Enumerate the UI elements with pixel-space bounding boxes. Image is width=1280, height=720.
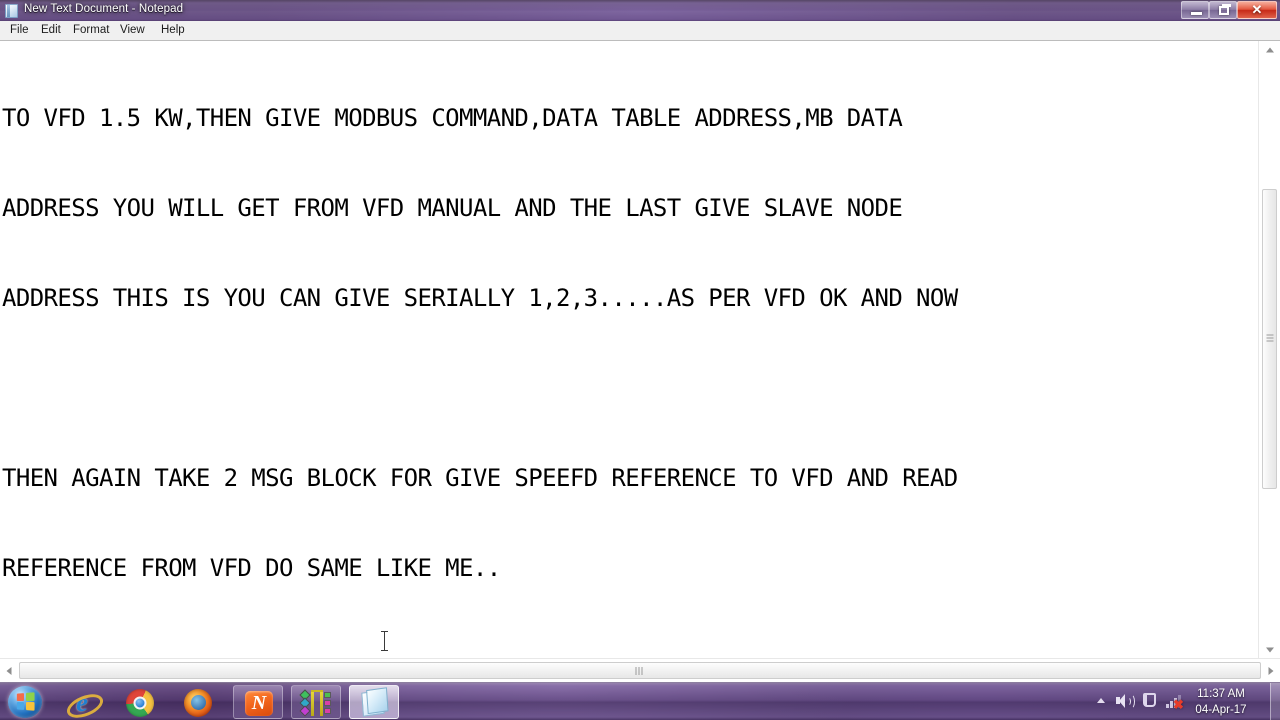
horizontal-scrollbar-thumb[interactable] [19,662,1261,679]
text-line: ADDRESS YOU WILL GET FROM VFD MANUAL AND… [2,194,903,222]
menu-item-edit[interactable]: Edit [36,23,66,38]
volume-button[interactable] [1116,693,1135,709]
close-icon: ✕ [1251,2,1263,17]
text-editor[interactable]: TO VFD 1.5 KW,THEN GIVE MODBUS COMMAND,D… [0,41,1258,659]
chevron-left-icon [6,666,12,675]
text-line: ADDRESS THIS IS YOU CAN GIVE SERIALLY 1,… [2,284,958,312]
orange-n-app-icon [245,691,273,716]
windows-flag-icon [16,692,35,711]
menu-item-format[interactable]: Format [68,23,114,38]
scroll-right-button[interactable] [1262,660,1280,681]
google-chrome-icon [126,689,154,717]
clock-time: 11:37 AM [1197,688,1245,700]
network-error-x-icon: ✖ [1173,697,1184,712]
menu-item-help[interactable]: Help [156,23,190,38]
window-title: New Text Document - Notepad [24,3,184,15]
notepad-window: New Text Document - Notepad ✕ File Edit … [0,0,1280,682]
restore-icon [1219,4,1231,15]
text-line: REFERENCE FROM VFD DO SAME LIKE ME.. [2,554,501,582]
horizontal-scrollbar[interactable] [0,658,1280,682]
flag-pole-icon [1145,695,1147,706]
minimize-icon [1191,12,1202,15]
text-line: THEN AGAIN TAKE 2 MSG BLOCK FOR GIVE SPE… [2,464,958,492]
notepad-icon [361,687,389,717]
title-bar[interactable]: New Text Document - Notepad ✕ [0,0,1280,22]
ladder-logic-icon [299,689,333,717]
mozilla-firefox-icon [184,689,212,717]
clock[interactable]: 11:37 AM 04-Apr-17 [1184,686,1258,718]
notepad-document-icon [5,4,18,18]
scrollbar-grip-icon [635,666,645,675]
internet-explorer-icon: e [63,689,107,720]
chevron-down-icon [1265,647,1274,653]
network-status-button[interactable]: ✖ [1166,693,1184,712]
sound-wave-icon [1127,694,1135,709]
screen: New Text Document - Notepad ✕ File Edit … [0,0,1280,720]
action-center-button[interactable] [1142,693,1158,709]
client-area: TO VFD 1.5 KW,THEN GIVE MODBUS COMMAND,D… [0,40,1280,682]
clock-date: 04-Apr-17 [1195,704,1247,716]
text-line: TO VFD 1.5 KW,THEN GIVE MODBUS COMMAND,D… [2,104,903,132]
scroll-left-button[interactable] [0,660,18,681]
text-line [2,643,985,659]
taskbar-internet-explorer[interactable]: e [60,685,107,720]
chevron-up-icon [1265,47,1274,53]
chevron-right-icon [1268,666,1274,675]
vertical-scrollbar[interactable] [1258,41,1280,659]
text-line [2,373,985,403]
taskbar-mozilla-firefox[interactable] [176,685,220,719]
minimize-button[interactable] [1181,1,1209,19]
taskbar-window-ladder-logic-app[interactable] [291,685,341,719]
signal-bar-icon [1166,704,1169,708]
scroll-up-button[interactable] [1259,41,1280,59]
scrollbar-grip-icon [1266,334,1273,344]
document-text[interactable]: TO VFD 1.5 KW,THEN GIVE MODBUS COMMAND,D… [2,43,985,659]
close-button[interactable]: ✕ [1237,1,1277,19]
show-desktop-button[interactable] [1270,683,1280,720]
system-tray: ✖ 11:37 AM 04-Apr-17 [1080,683,1280,720]
menu-item-file[interactable]: File [5,23,34,38]
vertical-scrollbar-thumb[interactable] [1262,189,1277,489]
menu-item-view[interactable]: View [115,23,150,38]
chevron-up-icon [1097,698,1105,703]
scroll-down-button[interactable] [1259,641,1280,659]
taskbar: e N ✖ 11:37 AM 04-Apr-17 [0,682,1280,720]
taskbar-window-notepad[interactable] [349,685,399,719]
taskbar-google-chrome[interactable] [118,685,162,719]
taskbar-window-orange-n-app[interactable] [233,685,283,719]
start-button[interactable] [4,684,48,720]
show-hidden-icons-button[interactable] [1094,693,1108,707]
menu-bar: File Edit Format View Help [0,21,1280,41]
maximize-restore-button[interactable] [1209,1,1237,19]
